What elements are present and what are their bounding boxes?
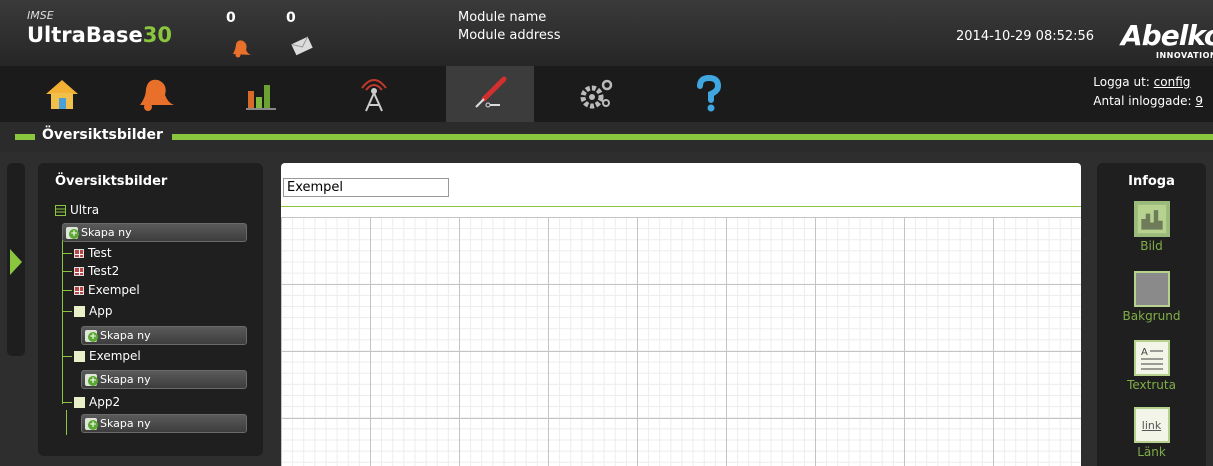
folder-icon: [74, 305, 85, 317]
bar-chart-icon: [246, 85, 276, 110]
alarm-count: 0: [226, 10, 236, 26]
add-page-icon: [85, 373, 98, 386]
antenna-icon: [361, 79, 387, 112]
create-new-button[interactable]: Skapa ny: [81, 414, 247, 433]
page-icon: [74, 248, 84, 258]
tree-line: [66, 410, 67, 435]
editor-divider: [281, 206, 1081, 207]
insert-background-button[interactable]: Bakgrund: [1097, 271, 1206, 323]
editor-canvas-grid[interactable]: [281, 217, 1081, 466]
module-address: Module address: [458, 28, 561, 43]
logged-in-count-link[interactable]: 9: [1195, 94, 1203, 108]
insert-textbox-label: Textruta: [1127, 378, 1176, 392]
module-name: Module name: [458, 10, 547, 25]
folder-icon: [74, 350, 85, 362]
background-icon: [1133, 271, 1170, 307]
collapse-icon[interactable]: [55, 204, 66, 216]
create-new-button[interactable]: Skapa ny: [81, 370, 247, 389]
tree-line: [62, 239, 63, 404]
tree-folder[interactable]: App2: [74, 395, 120, 409]
header-bar: IMSE UltraBase30 0 0 Module name Module …: [0, 0, 1213, 66]
abelko-logo: Abelko: [1121, 19, 1213, 52]
expand-arrow-icon[interactable]: [10, 249, 22, 275]
tree-line: [62, 253, 72, 254]
tree-item-page[interactable]: Exempel: [74, 283, 140, 297]
brand-title: UltraBase30: [27, 23, 172, 47]
envelope-icon[interactable]: [290, 36, 314, 56]
add-page-icon: [85, 417, 98, 430]
home-icon: [46, 80, 78, 109]
tab-system[interactable]: [552, 66, 640, 122]
section-title: Översiktsbilder: [42, 127, 163, 143]
editor-area: [281, 163, 1081, 466]
overview-tree-panel: Översiktsbilder Ultra Skapa ny Test Test…: [38, 163, 263, 456]
tree-item-page[interactable]: Test2: [74, 264, 119, 278]
logo-subtitle: INNOVATION: [1156, 51, 1213, 60]
tree-line: [62, 290, 72, 291]
bell-icon: [140, 79, 174, 111]
tree-root-label: Ultra: [70, 203, 100, 217]
insert-link-button[interactable]: link Länk: [1097, 407, 1206, 459]
tree-title: Översiktsbilder: [55, 174, 168, 189]
add-page-icon: [85, 329, 98, 342]
tab-help[interactable]: [665, 66, 753, 122]
tree-line: [62, 271, 72, 272]
tab-alarms[interactable]: [112, 66, 200, 122]
tree-folder[interactable]: Exempel: [74, 349, 141, 363]
textbox-icon: A: [1133, 340, 1170, 376]
tree-line: [62, 356, 72, 357]
tree-folder[interactable]: App: [74, 304, 112, 318]
message-count: 0: [286, 10, 296, 26]
insert-image-button[interactable]: Bild: [1097, 201, 1206, 253]
svg-text:A: A: [1141, 347, 1148, 358]
add-page-icon: [66, 226, 79, 239]
insert-textbox-button[interactable]: A Textruta: [1097, 340, 1206, 392]
tab-communication[interactable]: [330, 66, 418, 122]
page-name-input[interactable]: [283, 178, 449, 197]
datetime: 2014-10-29 08:52:56: [956, 29, 1095, 44]
tree-item-page[interactable]: Test: [74, 246, 112, 260]
tree-line: [62, 311, 72, 312]
tab-settings-tools[interactable]: [446, 66, 534, 122]
section-accent-left: [15, 134, 35, 140]
logged-in-label: Antal inloggade:: [1093, 94, 1192, 108]
main-navigation: Logga ut: config Antal inloggade: 9: [0, 66, 1213, 122]
insert-background-label: Bakgrund: [1122, 309, 1181, 323]
login-info: Logga ut: config Antal inloggade: 9: [1093, 73, 1203, 111]
insert-title: Infoga: [1128, 174, 1175, 189]
image-icon: [1133, 201, 1170, 237]
folder-icon: [74, 396, 85, 408]
module-info: Module name Module address: [458, 9, 560, 45]
insert-image-label: Bild: [1140, 239, 1163, 253]
logout-link[interactable]: config: [1154, 75, 1191, 89]
insert-link-label: Länk: [1137, 445, 1166, 459]
section-accent-right: [172, 134, 1213, 140]
tree-line: [62, 402, 72, 403]
create-new-button[interactable]: Skapa ny: [81, 326, 247, 345]
alarm-bell-icon[interactable]: [230, 38, 252, 58]
link-icon: link: [1133, 407, 1170, 443]
gears-icon: [580, 79, 613, 109]
logout-label: Logga ut:: [1093, 75, 1150, 89]
tree-root[interactable]: Ultra: [55, 203, 99, 217]
screwdriver-icon: [475, 76, 507, 108]
page-icon: [74, 285, 84, 295]
tab-home[interactable]: [18, 66, 106, 122]
tab-graphs[interactable]: [218, 66, 306, 122]
brand-subtitle: IMSE: [27, 9, 54, 22]
create-new-button[interactable]: Skapa ny: [62, 223, 247, 242]
question-icon: [697, 75, 722, 112]
insert-panel: Infoga Bild Bakgrund A Textruta link Län…: [1097, 163, 1206, 466]
page-icon: [74, 266, 84, 276]
